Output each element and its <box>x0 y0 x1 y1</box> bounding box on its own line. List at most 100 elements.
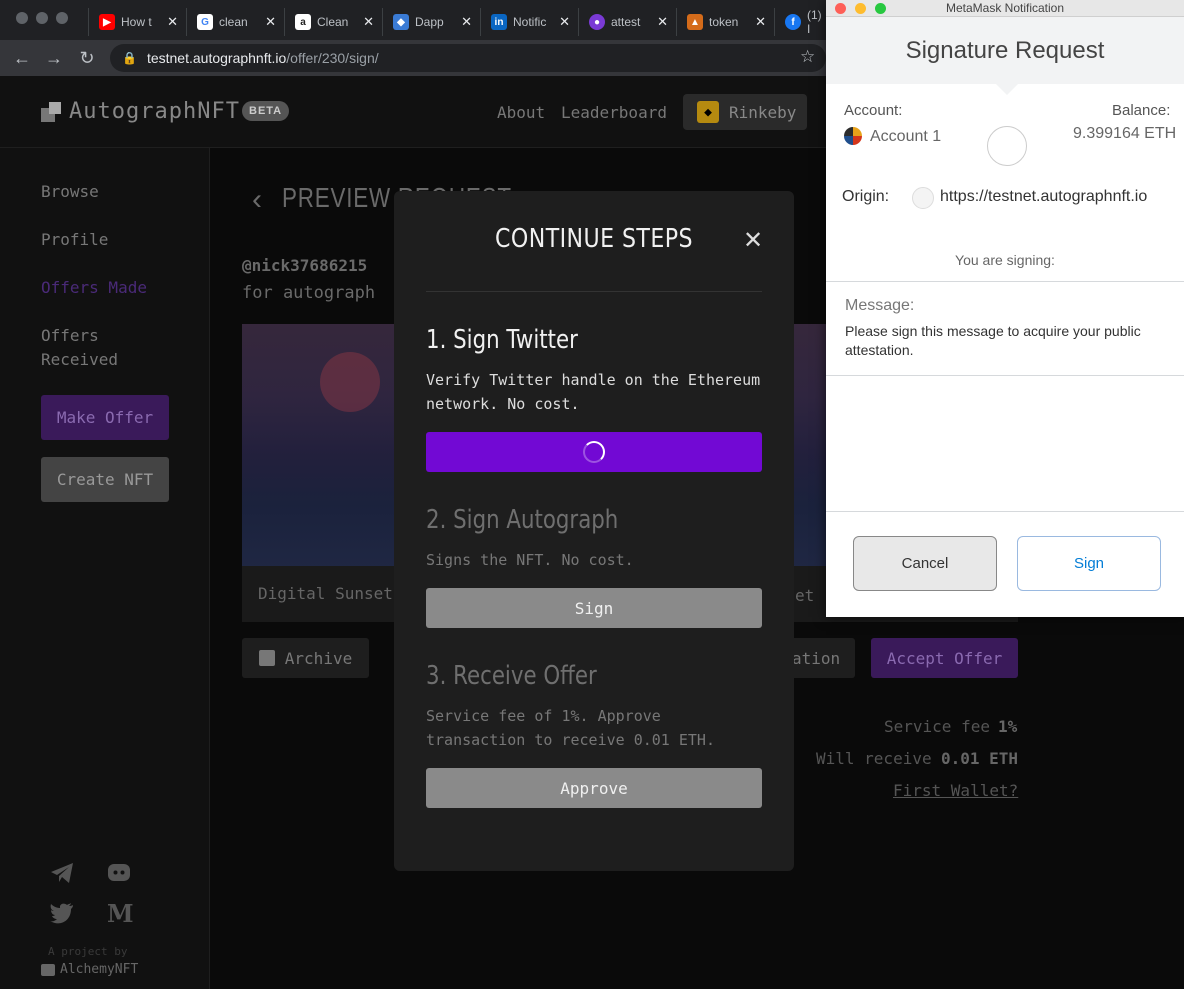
url-path: /offer/230/sign/ <box>286 50 379 66</box>
nav-leaderboard[interactable]: Leaderboard <box>561 103 667 122</box>
sidebar-item-browse[interactable]: Browse <box>41 180 99 204</box>
beta-badge: BETA <box>242 101 290 121</box>
divider <box>826 375 1184 376</box>
dapp-icon: ◆ <box>393 14 409 30</box>
divider <box>826 511 1184 512</box>
header-notch <box>996 84 1018 95</box>
autograph-logo-icon <box>41 102 61 122</box>
window-close-button[interactable] <box>16 12 28 24</box>
step-1-description: Verify Twitter handle on the Ethereum ne… <box>426 371 761 413</box>
cancel-button[interactable]: Cancel <box>853 536 997 591</box>
loading-spinner-icon <box>583 441 605 463</box>
bookmark-star-icon[interactable]: ☆ <box>800 47 815 67</box>
tab-close-icon[interactable]: ✕ <box>461 14 472 30</box>
modal-divider <box>426 291 762 292</box>
twitter-icon[interactable] <box>50 902 74 930</box>
browser-tab[interactable]: a Clean ✕ <box>284 8 380 36</box>
youtube-icon: ▶ <box>99 14 115 30</box>
step-3-title: 3. Receive Offer <box>426 661 597 691</box>
nav-about[interactable]: About <box>497 103 545 122</box>
sign-button[interactable]: Sign <box>1017 536 1161 591</box>
balance-value: 9.399164 ETH <box>1073 125 1177 142</box>
divider <box>826 281 1184 282</box>
back-arrow-icon[interactable]: ← <box>12 48 32 69</box>
approve-button[interactable]: Approve <box>426 768 762 808</box>
alchemy-logo-icon <box>41 963 55 976</box>
site-avatar <box>987 126 1027 166</box>
close-icon[interactable]: ✕ <box>743 226 763 255</box>
browser-tab[interactable]: in Notific ✕ <box>480 8 576 36</box>
receive-value: 0.01 ETH <box>941 749 1019 768</box>
step-1-title: 1. Sign Twitter <box>426 325 578 355</box>
tab-close-icon[interactable]: ✕ <box>559 14 570 30</box>
sidebar-item-offers-made[interactable]: Offers Made <box>41 276 147 300</box>
browser-tab[interactable]: ▶ How t ✕ <box>88 8 184 36</box>
account-avatar-icon <box>844 127 862 145</box>
message-label: Message: <box>845 297 915 314</box>
facebook-icon: f <box>785 14 801 30</box>
token-icon: ▲ <box>687 14 703 30</box>
origin-label: Origin: <box>842 188 890 205</box>
sign-twitter-button[interactable] <box>426 432 762 472</box>
sidebar <box>0 148 210 989</box>
service-fee-value: 1% <box>998 717 1018 736</box>
network-selector[interactable]: ◆ Rinkeby <box>683 94 807 130</box>
account-label: Account: <box>844 102 903 119</box>
lock-icon: 🔒 <box>122 51 137 65</box>
signature-request-title: Signature Request <box>905 37 1105 64</box>
browser-tab[interactable]: ▲ token ✕ <box>676 8 772 36</box>
tab-close-icon[interactable]: ✕ <box>755 14 766 30</box>
sign-autograph-button[interactable]: Sign <box>426 588 762 628</box>
tab-close-icon[interactable]: ✕ <box>657 14 668 30</box>
metamask-minimize-button[interactable] <box>855 3 866 14</box>
modal-title: CONTINUE STEPS <box>495 224 693 254</box>
credit-line: A project by <box>48 945 128 958</box>
medium-icon[interactable]: M <box>107 899 134 928</box>
reload-icon[interactable]: ↻ <box>77 48 97 69</box>
for-autograph-text: for autograph <box>242 283 376 303</box>
metamask-close-button[interactable] <box>835 3 846 14</box>
sidebar-item-profile[interactable]: Profile <box>41 228 108 252</box>
discord-icon[interactable] <box>107 862 131 890</box>
browser-tab[interactable]: G clean ✕ <box>186 8 282 36</box>
window-minimize-button[interactable] <box>36 12 48 24</box>
accept-offer-button[interactable]: Accept Offer <box>871 638 1018 678</box>
attest-icon: ● <box>589 14 605 30</box>
message-text: Please sign this message to acquire your… <box>845 323 1141 358</box>
artwork-sun <box>320 352 380 412</box>
amazon-icon: a <box>295 14 311 30</box>
address-bar[interactable]: 🔒 testnet.autographnft.io/offer/230/sign… <box>110 44 826 72</box>
step-3-description: Service fee of 1%. Approve transaction t… <box>426 707 715 749</box>
signing-label: You are signing: <box>955 252 1055 268</box>
back-chevron-icon[interactable]: ‹ <box>252 183 262 217</box>
step-2-description: Signs the NFT. No cost. <box>426 551 634 569</box>
alchemy-credit[interactable]: AlchemyNFT <box>41 962 138 977</box>
ethereum-icon: ◆ <box>697 101 719 123</box>
artwork-caption-right: et <box>795 586 815 605</box>
archive-icon <box>258 650 275 666</box>
linkedin-icon: in <box>491 14 507 30</box>
google-icon: G <box>197 14 213 30</box>
telegram-icon[interactable] <box>50 862 74 890</box>
browser-tab[interactable]: ● attest ✕ <box>578 8 674 36</box>
site-logo[interactable]: AutographNFT <box>69 99 240 124</box>
create-nft-button[interactable]: Create NFT <box>41 457 169 502</box>
forward-arrow-icon[interactable]: → <box>44 48 64 69</box>
tab-close-icon[interactable]: ✕ <box>363 14 374 30</box>
url-host: testnet.autographnft.io <box>146 50 287 66</box>
browser-tab[interactable]: f (1) I <box>774 8 826 36</box>
metamask-zoom-button[interactable] <box>875 3 886 14</box>
twitter-handle[interactable]: @nick37686215 <box>242 256 367 275</box>
step-2-title: 2. Sign Autograph <box>426 505 619 535</box>
browser-tab[interactable]: ◆ Dapp ✕ <box>382 8 478 36</box>
make-offer-button[interactable]: Make Offer <box>41 395 169 440</box>
sidebar-item-offers-received[interactable]: Offers Received <box>41 324 118 372</box>
origin-value: https://testnet.autographnft.io <box>940 188 1148 205</box>
first-wallet-link[interactable]: First Wallet? <box>893 781 1018 800</box>
tab-close-icon[interactable]: ✕ <box>265 14 276 30</box>
archive-button[interactable]: Archive <box>242 638 369 678</box>
tab-close-icon[interactable]: ✕ <box>167 14 178 30</box>
window-zoom-button[interactable] <box>56 12 68 24</box>
artwork-title: Digital Sunset <box>258 584 393 603</box>
origin-favicon-icon <box>912 187 934 209</box>
